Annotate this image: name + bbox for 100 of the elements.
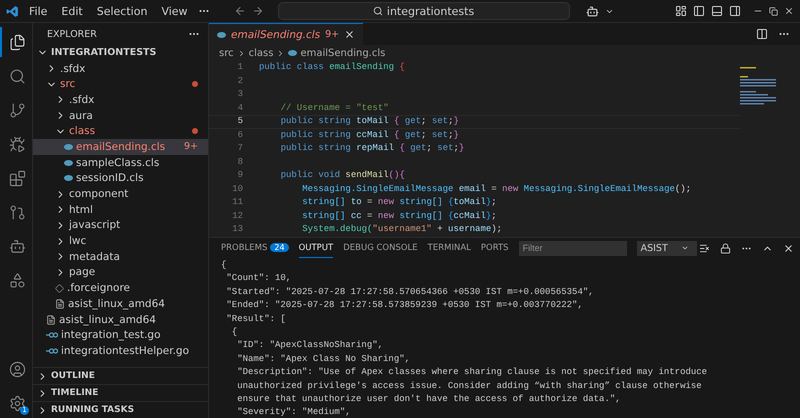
tree-folder[interactable]: class [33,123,208,140]
panel-tab[interactable]: DEBUG CONSOLE [343,238,418,258]
code-line: Messaging.SingleEmailMessage email = new Messaging.SingleEmailMessage(); [301,184,692,195]
file-name: aura [69,110,94,122]
output-line: { [221,259,228,272]
clear-list-icon[interactable] [699,242,710,254]
tree-entry[interactable]: asist_linux_amd64 [33,312,208,328]
tree-folder[interactable]: page [33,264,208,280]
split-editor-icon[interactable] [756,28,768,40]
line-number: 12 [231,210,244,222]
tree-folder[interactable]: html [33,202,208,218]
tree-folder[interactable]: aura [33,108,208,124]
file-name: metadata [69,250,121,263]
shapes-icon [8,272,26,288]
branch-icon [8,102,26,118]
account-icon[interactable] [8,360,26,378]
file-name: emailSending.cls [76,140,166,153]
pull-request-icon [8,204,26,220]
menu-item[interactable]: Selection [92,4,152,18]
tree-entry[interactable]: asist_linux_amd64 [33,296,208,312]
code-line: public void sendMail(){ [280,170,405,182]
line-number: 9 [236,170,244,182]
tree-folder[interactable]: lwc [33,233,208,249]
line-number: 7 [236,143,244,154]
tree-folder[interactable]: .sfdx [33,92,208,108]
tree-folder[interactable]: src [33,76,208,92]
filter-field[interactable]: Filter [518,240,627,256]
panel-bottom-icon[interactable] [711,5,723,17]
restore-icon[interactable] [769,6,778,16]
menu-item[interactable]: File [25,4,52,18]
code-line: System.debug("username1" + username); [301,224,502,236]
output-line: "Ended": "2025-07-28 17:27:58.573859239 +0530 IST m=+0.003770222", [225,299,584,312]
breadcrumb[interactable]: class [248,48,274,58]
section-title: RUNNING TASKS [51,405,134,415]
file-name: html [69,204,94,216]
explorer-icon [8,34,26,50]
file-name: .sfdx [69,94,96,106]
panel-left-icon[interactable] [693,5,705,17]
workspace-name: integrationtests [386,4,474,18]
lock-icon[interactable] [720,242,731,254]
tree-entry[interactable]: integrationtestHelper.go [33,343,208,359]
file-name: javascript [69,219,122,232]
tree-entry[interactable]: integration_test.go [33,327,208,344]
problem-count: 9+ [184,141,198,152]
breadcrumb[interactable]: src [219,48,234,58]
menu-item[interactable]: View [157,4,192,18]
file-name: sampleClass.cls [76,156,160,169]
close-icon[interactable] [783,242,794,254]
tree-folder[interactable]: metadata [33,248,208,265]
panel-tab[interactable]: PROBLEMS 24 [221,238,289,258]
project-header[interactable]: INTEGRATIONTESTS [33,45,208,61]
sidebar-title: EXPLORER [47,28,97,40]
code-line: // Username = "test" [280,102,389,114]
output-line: "ID": "ApexClassNoSharing", [236,339,384,352]
file-name: lwc [69,235,88,248]
back-arrow-icon[interactable] [234,5,246,17]
panel-tab[interactable]: TERMINAL [428,238,471,258]
settings-icon[interactable] [8,394,26,412]
close-icon[interactable] [784,6,794,16]
line-number: 3 [236,89,244,100]
menu-item[interactable]: Edit [57,4,87,18]
line-number: 4 [236,102,244,114]
line-number: 10 [231,184,244,195]
section-header[interactable]: TIMELINE [33,384,208,401]
diamond-icon [55,284,64,293]
section-header[interactable]: RUNNING TASKS [33,401,208,418]
go-file-icon [46,348,58,354]
file-name: .sfdx [60,62,86,75]
app-logo-icon [6,4,19,18]
command-center[interactable]: integrationtests [278,2,570,20]
output-line: "Result": [ [225,312,287,326]
section-title: TIMELINE [51,388,98,398]
tree-entry[interactable]: sessionID.cls [33,170,208,186]
text-file-icon [55,298,65,309]
breadcrumb[interactable]: emailSending.cls [300,48,386,58]
output-line: "Count": 10, [225,272,292,286]
robot-icon[interactable] [586,4,599,18]
editor-tab[interactable]: emailSending.cls 9+ [209,23,364,45]
section-header[interactable]: OUTLINE [33,367,208,384]
panel-tab[interactable]: PORTS [480,238,509,258]
tree-folder[interactable]: javascript [33,218,208,234]
panel-tab[interactable]: OUTPUT [298,238,334,258]
file-name: asist_linux_amd64 [59,314,157,326]
line-number: 5 [236,116,244,128]
forward-arrow-icon[interactable] [252,5,264,17]
line-number: 8 [236,156,244,168]
tree-folder[interactable]: component [33,186,208,202]
tree-folder[interactable]: .sfdx [33,60,208,76]
line-number: 13 [231,224,244,236]
layout-icon[interactable] [675,5,687,17]
tree-entry[interactable]: sampleClass.cls [33,154,208,170]
line-number: 2 [236,76,244,87]
channel-dropdown[interactable]: ASIST [636,240,698,256]
close-icon[interactable] [344,29,356,40]
tree-entry[interactable]: emailSending.cls 9+ [33,139,208,155]
panel-right-icon[interactable] [729,5,741,17]
blocks-icon [8,170,26,186]
minimap-drawing [740,67,776,106]
code-line: public class emailSending { [259,62,405,74]
tree-entry[interactable]: .forceignore [33,280,208,296]
